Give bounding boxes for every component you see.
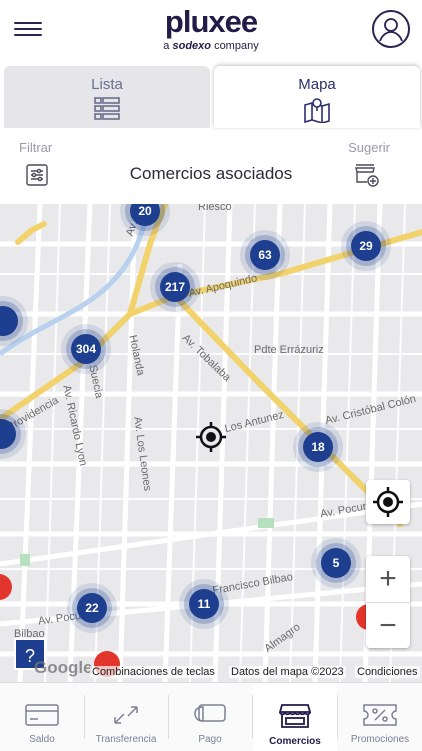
nav-label: Comercios bbox=[269, 736, 321, 747]
nav-label: Pago bbox=[198, 734, 222, 745]
store-icon bbox=[278, 704, 312, 728]
store-cluster-marker[interactable]: 304 bbox=[71, 334, 101, 364]
nav-pago[interactable]: Pago bbox=[168, 683, 252, 751]
store-cluster-marker[interactable]: 22 bbox=[77, 593, 107, 623]
nav-comercios[interactable]: Comercios bbox=[253, 683, 337, 751]
bottom-navigation: Saldo Transferencia Pago Comercios Promo… bbox=[0, 682, 422, 751]
terms-link[interactable]: Condiciones bbox=[355, 666, 420, 678]
keyboard-shortcuts-link[interactable]: Combinaciones de teclas bbox=[90, 666, 217, 678]
profile-avatar-icon[interactable] bbox=[372, 10, 410, 48]
crosshair-icon bbox=[373, 487, 403, 517]
discount-ticket-icon bbox=[363, 704, 397, 726]
app-header: pluxee a sodexo company bbox=[0, 0, 422, 62]
tab-lista-label: Lista bbox=[91, 76, 123, 93]
zoom-in-button[interactable]: + bbox=[366, 556, 410, 603]
street-label: Pdte Errázuriz bbox=[254, 344, 324, 356]
store-cluster-marker[interactable]: 5 bbox=[321, 548, 351, 578]
list-icon bbox=[94, 97, 120, 120]
my-location-button[interactable] bbox=[366, 480, 410, 524]
nav-label: Saldo bbox=[29, 734, 55, 745]
map-attribution: Combinaciones de teclas Datos del mapa ©… bbox=[0, 664, 422, 682]
brand-name: pluxee bbox=[164, 4, 258, 39]
nav-promociones[interactable]: Promociones bbox=[338, 683, 422, 751]
map-pin-icon bbox=[304, 98, 330, 124]
nav-transferencia[interactable]: Transferencia bbox=[84, 683, 168, 751]
view-tabs: Lista Mapa bbox=[0, 64, 422, 130]
nav-label: Transferencia bbox=[95, 734, 157, 745]
current-location-icon bbox=[196, 422, 226, 457]
store-cluster-marker[interactable]: 217 bbox=[160, 272, 190, 302]
store-cluster-marker[interactable]: 11 bbox=[189, 589, 219, 619]
nav-label: Promociones bbox=[350, 734, 410, 745]
transfer-arrows-icon bbox=[114, 706, 138, 724]
map-data-link[interactable]: Datos del mapa ©2023 bbox=[229, 666, 346, 678]
filter-bar: Filtrar Comercios asociados Sugerir bbox=[0, 130, 422, 204]
pluxee-logo: pluxee a sodexo company bbox=[0, 4, 422, 53]
street-label: Riesco bbox=[198, 204, 232, 213]
suggest-label: Sugerir bbox=[348, 140, 390, 155]
store-cluster-marker[interactable]: 63 bbox=[250, 240, 280, 270]
payment-card-icon bbox=[194, 704, 226, 722]
tab-mapa[interactable]: Mapa bbox=[214, 66, 420, 128]
brand-tagline: a sodexo company bbox=[163, 40, 259, 52]
filter-label: Filtrar bbox=[19, 140, 53, 155]
tab-mapa-label: Mapa bbox=[298, 76, 336, 93]
map-view[interactable]: Av. Vitacura Av. Apoquindo Holanda Av. T… bbox=[0, 204, 422, 682]
zoom-controls: + − bbox=[366, 556, 410, 648]
nav-saldo[interactable]: Saldo bbox=[0, 683, 84, 751]
store-cluster-marker[interactable]: 18 bbox=[303, 432, 333, 462]
suggest-store-icon[interactable] bbox=[354, 162, 380, 193]
tab-lista[interactable]: Lista bbox=[4, 66, 210, 128]
store-cluster-marker[interactable]: 29 bbox=[351, 231, 381, 261]
zoom-out-button[interactable]: − bbox=[366, 603, 410, 649]
card-icon bbox=[25, 704, 59, 726]
